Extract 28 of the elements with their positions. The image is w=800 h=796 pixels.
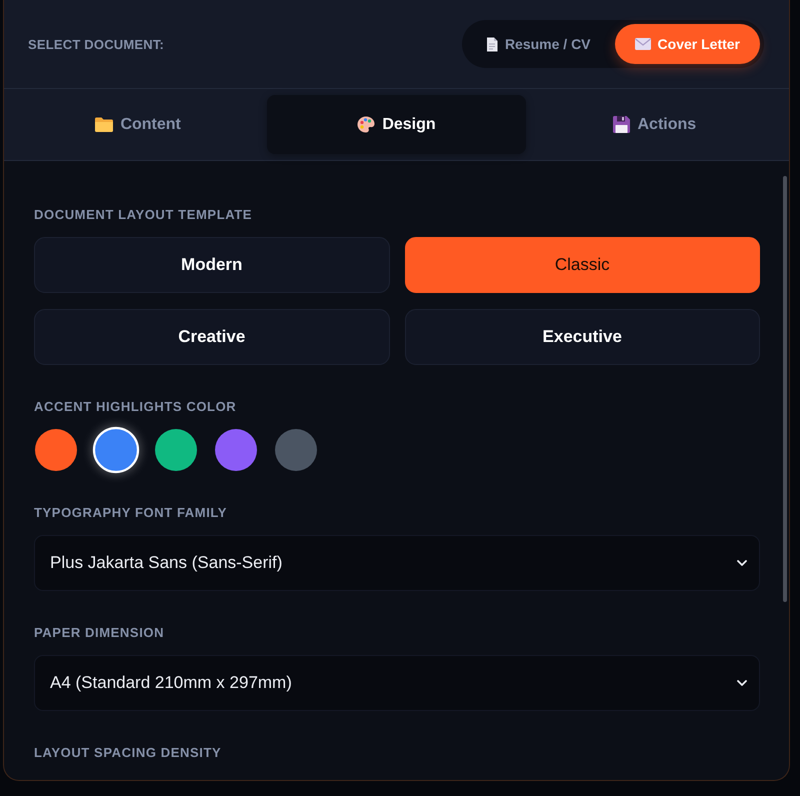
envelope-icon [634,38,651,50]
section-label: DOCUMENT LAYOUT TEMPLATE [34,207,254,223]
section-label: LAYOUT SPACING DENSITY [34,745,222,761]
select-document-label: SELECT DOCUMENT: [28,36,164,52]
color-swatch[interactable] [35,429,77,471]
template-option-button[interactable]: Executive [404,309,760,365]
color-swatch[interactable] [92,426,140,474]
section-label: TYPOGRAPHY FONT FAMILY [34,505,228,521]
folder-icon [95,117,114,132]
document-icon [486,36,498,52]
chevron-down-icon [737,560,747,566]
color-swatch[interactable] [215,429,257,471]
color-swatch[interactable] [155,429,197,471]
tab[interactable]: Actions [526,95,784,154]
template-option-button[interactable]: Modern [34,237,390,293]
palette-icon [357,116,376,133]
template-option-button[interactable]: Classic [404,237,760,293]
font-family-select[interactable]: Plus Jakarta Sans (Sans-Serif) [34,535,760,591]
tab[interactable]: Content [9,95,268,154]
paper-size-select[interactable]: A4 (Standard 210mm x 297mm) [34,655,760,711]
section-label: ACCENT HIGHLIGHTS COLOR [34,399,238,415]
section-label: PAPER DIMENSION [34,625,166,641]
template-option-button[interactable]: Creative [34,309,390,365]
color-swatch[interactable] [275,429,317,471]
scrollbar-thumb[interactable] [783,176,787,602]
chevron-down-icon [737,680,747,686]
document-option-button[interactable]: Resume / CV [466,24,611,64]
tab[interactable]: Design [267,95,526,154]
